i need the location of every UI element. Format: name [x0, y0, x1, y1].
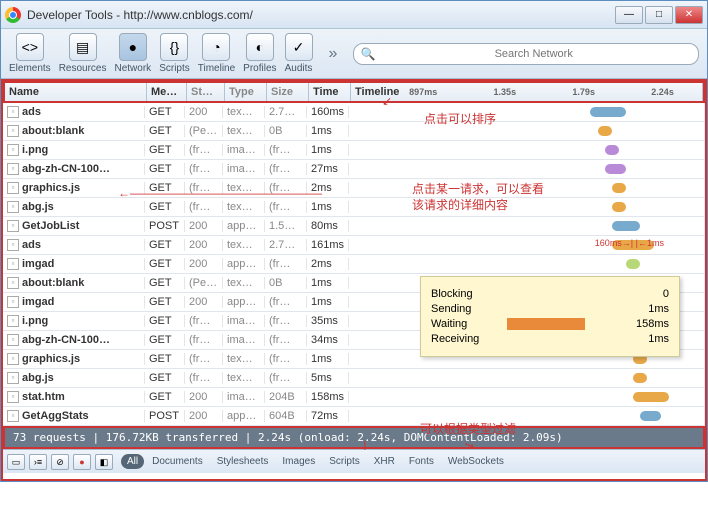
- col-size[interactable]: Size: [267, 83, 309, 101]
- record-icon[interactable]: ●: [73, 454, 91, 470]
- tab-profiles[interactable]: ◐Profiles: [243, 33, 276, 74]
- file-icon: ▫: [7, 182, 19, 194]
- col-type[interactable]: Type: [225, 83, 267, 101]
- request-row[interactable]: ▫abg-zh-CN-100… GET (fr… ima… (fr… 27ms: [3, 160, 705, 179]
- request-row[interactable]: ▫GetJobList POST 200 app… 1.5… 80ms: [3, 217, 705, 236]
- summary-bar: 73 requests | 176.72KB transferred | 2.2…: [3, 426, 705, 449]
- titlebar: Developer Tools - http://www.cnblogs.com…: [1, 1, 707, 29]
- file-icon: ▫: [7, 220, 19, 232]
- toolbar: <>Elements▤Resources●Network{}Scripts ◔Ti…: [1, 29, 707, 79]
- col-name[interactable]: Name: [5, 83, 147, 101]
- search-input[interactable]: [375, 48, 692, 60]
- request-row[interactable]: ▫i.png GET (fr… ima… (fr… 1ms: [3, 141, 705, 160]
- tab-scripts[interactable]: {}Scripts: [159, 33, 190, 74]
- filter-documents[interactable]: Documents: [146, 454, 209, 469]
- scripts-icon: {}: [160, 33, 188, 61]
- file-icon: ▫: [7, 334, 19, 346]
- file-icon: ▫: [7, 277, 19, 289]
- col-time[interactable]: Time: [309, 83, 351, 101]
- filter-images[interactable]: Images: [276, 454, 321, 469]
- tab-network[interactable]: ●Network: [115, 33, 152, 74]
- filter-all[interactable]: All: [121, 454, 144, 469]
- file-icon: ▫: [7, 125, 19, 137]
- file-icon: ▫: [7, 391, 19, 403]
- file-icon: ▫: [7, 353, 19, 365]
- network-icon: ●: [119, 33, 147, 61]
- preserve-icon[interactable]: ◧: [95, 454, 113, 470]
- filter-fonts[interactable]: Fonts: [403, 454, 440, 469]
- request-row[interactable]: ▫graphics.js GET (fr… tex… (fr… 2ms: [3, 179, 705, 198]
- file-icon: ▫: [7, 163, 19, 175]
- request-row[interactable]: ▫about:blank GET (Pe… tex… 0B 1ms: [3, 122, 705, 141]
- request-row[interactable]: ▫abg.js GET (fr… tex… (fr… 5ms: [3, 369, 705, 388]
- file-icon: ▫: [7, 410, 19, 422]
- maximize-button[interactable]: □: [645, 6, 673, 24]
- search-icon: 🔍: [360, 47, 375, 61]
- timeline-icon: ◔: [202, 33, 230, 61]
- file-icon: ▫: [7, 106, 19, 118]
- request-row[interactable]: ▫stat.htm GET 200 ima… 204B 158ms: [3, 388, 705, 407]
- file-icon: ▫: [7, 258, 19, 270]
- resources-icon: ▤: [69, 33, 97, 61]
- timing-tooltip: Blocking0 Sending1ms Waiting158ms Receiv…: [420, 276, 680, 357]
- filter-stylesheets[interactable]: Stylesheets: [211, 454, 275, 469]
- search-network[interactable]: 🔍: [353, 43, 699, 65]
- file-icon: ▫: [7, 144, 19, 156]
- request-row[interactable]: ▫imgad GET 200 app… (fr… 2ms: [3, 255, 705, 274]
- waiting-bar: [507, 318, 585, 330]
- profiles-icon: ◐: [246, 33, 274, 61]
- filter-websockets[interactable]: WebSockets: [442, 454, 510, 469]
- filter-xhr[interactable]: XHR: [368, 454, 401, 469]
- file-icon: ▫: [7, 315, 19, 327]
- filter-scripts[interactable]: Scripts: [323, 454, 366, 469]
- request-row[interactable]: ▫GetAggStats POST 200 app… 604B 72ms: [3, 407, 705, 426]
- tab-audits[interactable]: ✓Audits: [285, 33, 313, 74]
- chrome-icon: [5, 7, 21, 23]
- tab-elements[interactable]: <>Elements: [9, 33, 51, 74]
- col-method[interactable]: Me…: [147, 83, 187, 101]
- file-icon: ▫: [7, 296, 19, 308]
- drawer-icon[interactable]: ›≡: [29, 454, 47, 470]
- bottom-bar: ▭ ›≡ ⊘ ● ◧ AllDocumentsStylesheetsImages…: [3, 449, 705, 473]
- console-icon[interactable]: ▭: [7, 454, 25, 470]
- window-title: Developer Tools - http://www.cnblogs.com…: [27, 8, 615, 22]
- clear-icon[interactable]: ⊘: [51, 454, 69, 470]
- elements-icon: <>: [16, 33, 44, 61]
- file-icon: ▫: [7, 201, 19, 213]
- header-row[interactable]: Name Me… St… Type Size Time Timeline 897…: [3, 81, 705, 103]
- overflow-icon[interactable]: »: [329, 45, 338, 63]
- request-row[interactable]: ▫abg.js GET (fr… tex… (fr… 1ms: [3, 198, 705, 217]
- file-icon: ▫: [7, 372, 19, 384]
- close-button[interactable]: ✕: [675, 6, 703, 24]
- col-status[interactable]: St…: [187, 83, 225, 101]
- audits-icon: ✓: [285, 33, 313, 61]
- file-icon: ▫: [7, 239, 19, 251]
- request-row[interactable]: ▫ads GET 200 tex… 2.7… 161ms 160ms→| |←1…: [3, 236, 705, 255]
- tab-timeline[interactable]: ◔Timeline: [198, 33, 235, 74]
- request-row[interactable]: ▫ads GET 200 tex… 2.7… 160ms: [3, 103, 705, 122]
- tab-resources[interactable]: ▤Resources: [59, 33, 107, 74]
- minimize-button[interactable]: —: [615, 6, 643, 24]
- col-timeline[interactable]: Timeline 897ms 1.35s 1.79s 2.24s: [351, 83, 703, 101]
